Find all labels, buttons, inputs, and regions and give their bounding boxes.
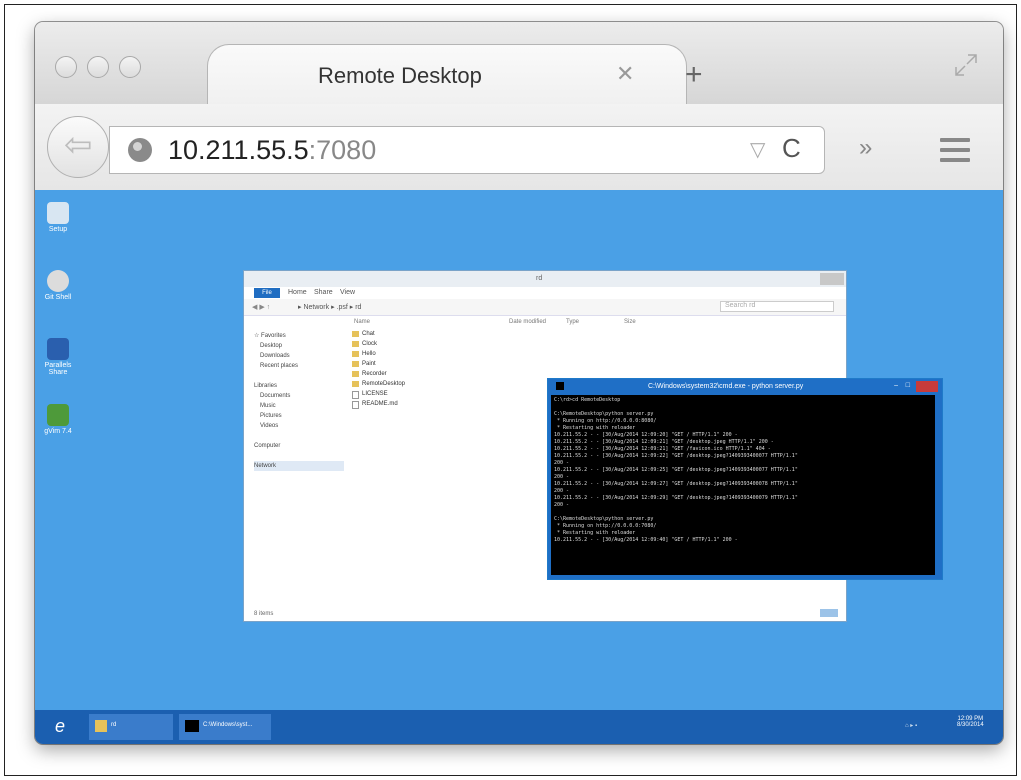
navigation-toolbar: ⇦ 10.211.55.5:7080 ▽ C » [35,104,1003,191]
zoom-window-button[interactable] [119,56,141,78]
desktop-icon-parallels-share[interactable]: Parallels Share [35,338,81,376]
clock-date: 8/30/2014 [957,722,984,728]
explorer-title-bar: rd [244,271,846,287]
explorer-back-icon[interactable]: ◀ ▶ ↑ [252,303,270,311]
desktop-icon-label: Parallels Share [44,362,72,376]
list-item[interactable]: Paint [352,359,405,369]
nav-item[interactable]: Music [254,401,344,411]
title-bar: Remote Desktop ✕ + [35,22,1003,106]
close-window-button[interactable] [55,56,77,78]
explorer-search-input[interactable]: Search rd [720,301,834,312]
setup-icon [47,202,69,224]
desktop-icon-setup[interactable]: Setup [35,202,81,233]
url-text: 10.211.55.5:7080 [168,135,376,166]
nav-item-selected[interactable]: Network [254,461,344,471]
address-bar[interactable]: 10.211.55.5:7080 ▽ C [109,126,825,174]
new-tab-button[interactable]: + [685,60,703,90]
explorer-title: rd [536,275,543,282]
cmd-title-bar: C:\Windows\system32\cmd.exe - python ser… [548,379,942,395]
browser-window: Remote Desktop ✕ + ⇦ 10.211.55.5:7080 ▽ … [35,22,1003,744]
fullscreen-icon[interactable] [953,52,979,78]
file-list: Chat Clock Hello Paint Recorder RemoteDe… [352,329,405,409]
back-button[interactable]: ⇦ [47,116,109,178]
explorer-close-button[interactable] [820,273,844,285]
explorer-ribbon: File Home Share View [244,287,846,299]
list-item[interactable]: LICENSE [352,389,405,399]
history-dropdown-icon[interactable]: ▽ [750,137,765,162]
nav-item[interactable]: Libraries [254,381,344,391]
ribbon-tab-view[interactable]: View [340,289,355,296]
desktop-icon-label: Setup [48,226,68,233]
clock[interactable]: 12:09 PM 8/30/2014 [957,716,984,728]
cmd-minimize-button[interactable]: – [894,382,898,389]
explorer-nav-pane: ☆ Favorites Desktop Downloads Recent pla… [254,331,344,471]
nav-item[interactable]: Desktop [254,341,344,351]
column-size[interactable]: Size [624,319,636,325]
list-item[interactable]: Clock [352,339,405,349]
gvim-icon [47,404,69,426]
nav-item[interactable]: Pictures [254,411,344,421]
cmd-title: C:\Windows\system32\cmd.exe - python ser… [648,383,804,390]
tab-remote-desktop[interactable]: Remote Desktop ✕ [207,44,687,106]
column-name[interactable]: Name [354,319,370,325]
hamburger-menu-icon[interactable] [940,138,970,168]
list-item[interactable]: Chat [352,329,405,339]
taskbar-item-cmd[interactable]: C:\Windows\syst... [179,714,271,740]
nav-item[interactable]: Downloads [254,351,344,361]
column-type[interactable]: Type [566,319,579,325]
git-shell-icon [47,270,69,292]
desktop-icon-label: Git Shell [44,294,72,301]
column-date[interactable]: Date modified [509,319,546,325]
internet-explorer-icon[interactable]: e [55,716,65,742]
folder-icon [95,720,107,732]
ribbon-tab-file[interactable]: File [254,288,280,298]
ribbon-tab-home[interactable]: Home [288,289,307,296]
cmd-close-button[interactable] [916,381,938,392]
nav-item[interactable]: Videos [254,421,344,431]
explorer-address-row: ◀ ▶ ↑ ▸ Network ▸ .psf ▸ rd Search rd [244,299,846,316]
desktop-icon-label: gVim 7.4 [44,428,72,435]
reload-icon[interactable]: C [782,133,801,164]
desktop-icon-git-shell[interactable]: Git Shell [35,270,81,301]
cmd-maximize-button[interactable]: □ [906,382,910,389]
list-item[interactable]: Hello [352,349,405,359]
view-toggle-icon[interactable] [820,609,838,617]
command-prompt-window[interactable]: C:\Windows\system32\cmd.exe - python ser… [547,378,943,580]
ribbon-tab-share[interactable]: Share [314,289,333,296]
toolbar-overflow-icon[interactable]: » [859,134,872,162]
nav-item[interactable]: Documents [254,391,344,401]
cmd-icon [556,382,564,390]
desktop-icon-gvim[interactable]: gVim 7.4 [35,404,81,435]
taskbar-item-label: rd [111,722,117,728]
nav-item[interactable]: Computer [254,441,344,451]
taskbar-item-explorer[interactable]: rd [89,714,173,740]
tray-icons[interactable]: ⌂ ▸ ▪ [905,722,917,729]
parallels-share-icon [47,338,69,360]
nav-item[interactable]: Recent places [254,361,344,371]
taskbar-item-label: C:\Windows\syst... [203,722,253,728]
minimize-window-button[interactable] [87,56,109,78]
explorer-status-text: 8 items [254,611,274,617]
list-item[interactable]: README.md [352,399,405,409]
explorer-address[interactable]: ▸ Network ▸ .psf ▸ rd [298,303,361,311]
url-host: 10.211.55.5 [168,135,309,165]
list-item[interactable]: RemoteDesktop [352,379,405,389]
globe-icon [128,138,152,162]
close-tab-icon[interactable]: ✕ [616,61,634,87]
back-arrow-icon: ⇦ [64,126,93,164]
list-item[interactable]: Recorder [352,369,405,379]
nav-item[interactable]: ☆ Favorites [254,331,344,341]
cmd-icon [185,720,199,732]
url-port: :7080 [308,135,377,165]
remote-desktop-view[interactable]: Setup Git Shell Parallels Share gVim 7.4… [35,190,1003,710]
tab-title: Remote Desktop [318,63,482,88]
windows-taskbar: e rd C:\Windows\syst... ⌂ ▸ ▪ 12:09 PM 8… [35,710,1003,744]
cmd-console-output[interactable]: C:\rd>cd RemoteDesktop C:\RemoteDesktop\… [551,395,935,575]
